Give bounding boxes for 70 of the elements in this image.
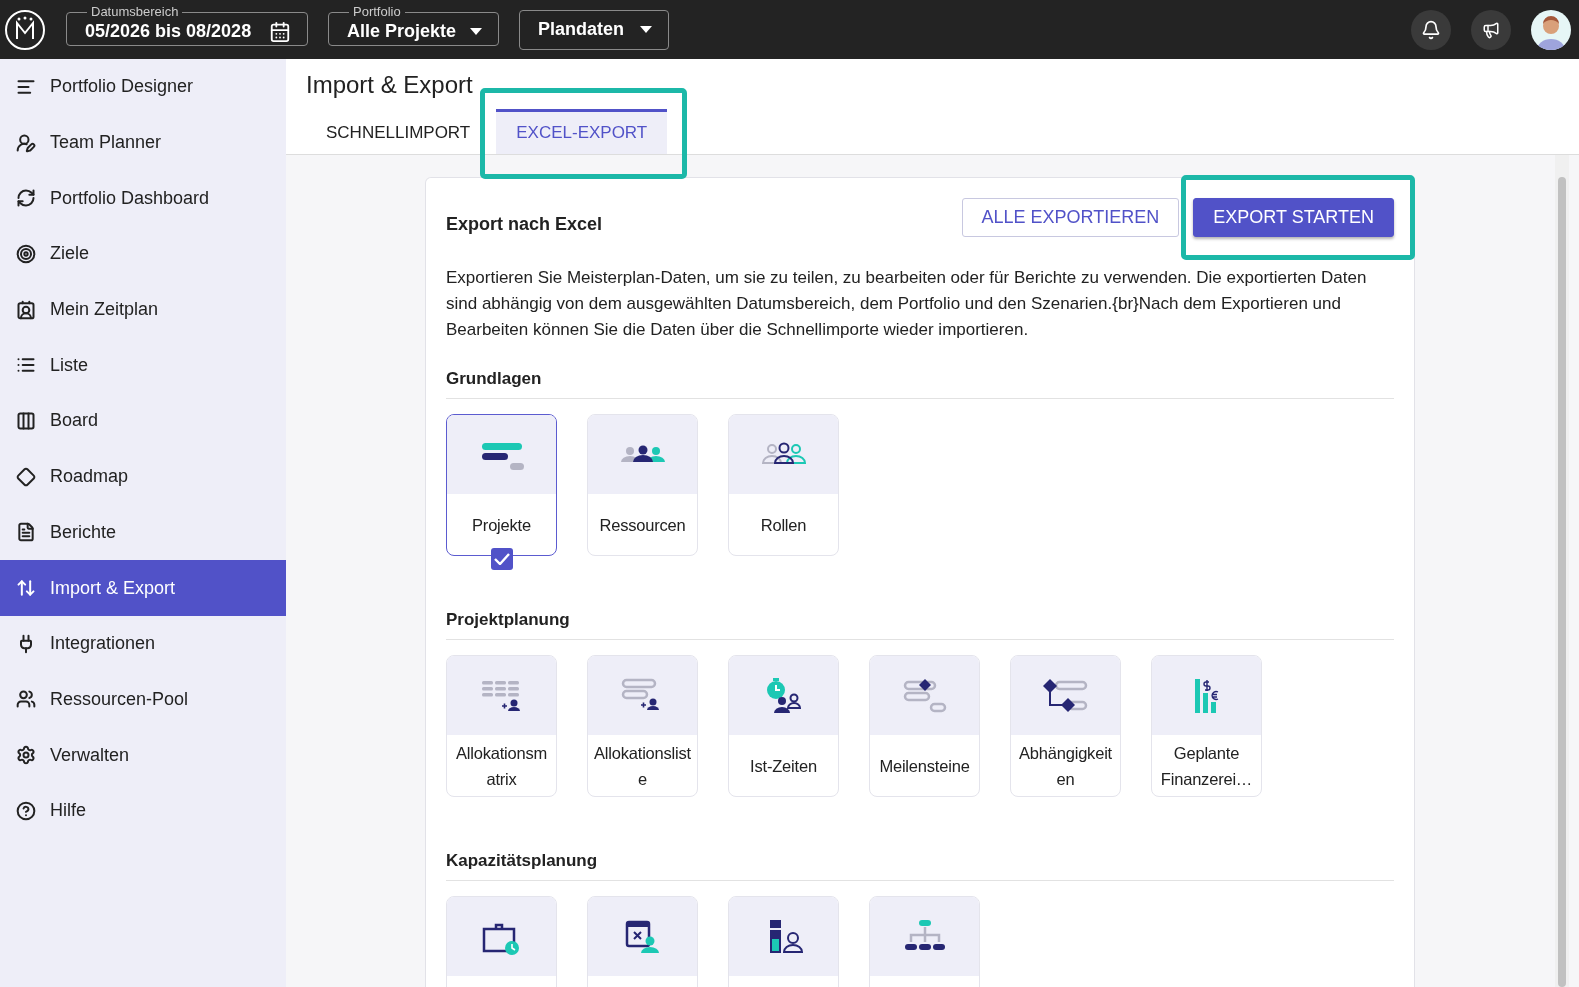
sidebar-item[interactable]: Portfolio Designer [0,59,286,115]
outlined-button[interactable]: ALLE EXPORTIEREN [961,198,1180,237]
tile-label: Meilensteine [878,755,971,777]
tile-label: Ressourcen [598,514,687,536]
sidebar-item[interactable]: Verwalten [0,727,286,783]
sidebar-item[interactable]: Liste [0,337,286,394]
notifications-button[interactable] [1411,9,1451,50]
export-tile[interactable]: Allokationsmatrix [446,655,557,797]
sidebar-item[interactable]: Hilfe [0,782,286,839]
tile-label: Ist-Zeiten [749,755,818,777]
tab[interactable]: SCHNELLIMPORT [306,109,491,154]
sidebar-item-icon [16,243,36,264]
export-tile[interactable]: Rollen [728,414,839,556]
page-title: Import & Export [306,71,474,99]
sidebar-item-icon [16,466,36,487]
field-label: Datumsbereich [90,6,180,18]
section-title: Projektplanung [446,610,1394,640]
tile-label: Geplante Finanzerei… [1159,742,1254,790]
sidebar-item[interactable]: Berichte [0,504,286,561]
sidebar-item[interactable]: Integrationen [0,615,286,672]
sidebar-item-icon [16,410,36,431]
sidebar-item[interactable]: Board [0,393,286,449]
tile-label: Rollen [759,514,808,536]
sidebar-item[interactable]: Mein Zeitplan [0,281,286,338]
sidebar-item[interactable]: Ziele [0,226,286,282]
tile-label: Allokationsmatrix [454,742,549,790]
sidebar-item[interactable]: Import & Export [0,560,286,616]
sidebar-item[interactable]: Portfolio Dashboard [0,170,286,227]
avatar[interactable] [1531,9,1571,50]
sidebar-item-icon [16,522,36,543]
tile-label: Allokationsliste [593,742,692,790]
sidebar-item-icon [16,745,36,766]
sidebar-item-icon [16,800,36,821]
sidebar-item-icon [16,299,36,320]
tab[interactable]: EXCEL-EXPORT [496,109,668,154]
card-title: Export nach Excel [446,214,603,235]
caret-icon [640,26,653,33]
calendar-icon [269,20,291,43]
export-tile[interactable]: Ist-Zeiten [728,655,839,797]
field-value: Alle Projekte [347,21,457,42]
sidebar-item-icon [16,188,36,209]
sidebar-item[interactable]: Ressourcen-Pool [0,671,286,728]
primary-button[interactable]: EXPORT STARTEN [1193,198,1394,237]
field-value: 05/2026 bis 08/2028 [85,21,252,42]
export-tile[interactable]: Ressourcen [587,414,698,556]
megaphone-icon [1482,20,1500,39]
section-title: Kapazitätsplanung [446,851,1394,881]
field-label: Portfolio [352,6,402,18]
export-tile[interactable]: Projekte [446,414,557,556]
description-text: Exportieren Sie Meisterplan-Daten, um sie zu teilen, zu bearbeiten oder für Berichte zu verwenden. Die exportierten Daten sind abhängig von dem ausgewählten Datumsbereich, dem Portfolio und den Szenarien.{br}Nach dem Exportieren und Bearbeiten können Sie die Daten über die Schnellimporte wieder importieren. [446,267,1368,341]
export-tile[interactable]: Meilensteine [869,655,980,797]
section-title: Grundlagen [446,369,1394,399]
filter-field[interactable]: Datumsbereich 05/2026 bis 08/2028 [66,6,308,46]
tile-label: Projekte [471,514,532,536]
field-value: Plandaten [538,19,625,40]
sidebar-item-icon [16,132,36,153]
filter-field[interactable]: Plandaten [519,9,670,50]
sidebar-item[interactable]: Team Planner [0,114,286,171]
export-tile[interactable]: Geplante Finanzerei… [1151,655,1262,797]
bell-icon [1421,19,1441,40]
caret-icon [470,28,483,35]
export-tile[interactable]: Allokationsliste [587,655,698,797]
announcements-button[interactable] [1471,9,1511,50]
sidebar-item-icon [16,578,36,599]
sidebar-item-icon [16,689,36,710]
filter-field[interactable]: Portfolio Alle Projekte [328,6,500,46]
tile-label: Abhängigkeiten [1018,742,1113,790]
sidebar-item[interactable]: Roadmap [0,448,286,505]
export-tile[interactable]: Abhängigkeiten [1010,655,1121,797]
logo-icon [4,8,46,51]
